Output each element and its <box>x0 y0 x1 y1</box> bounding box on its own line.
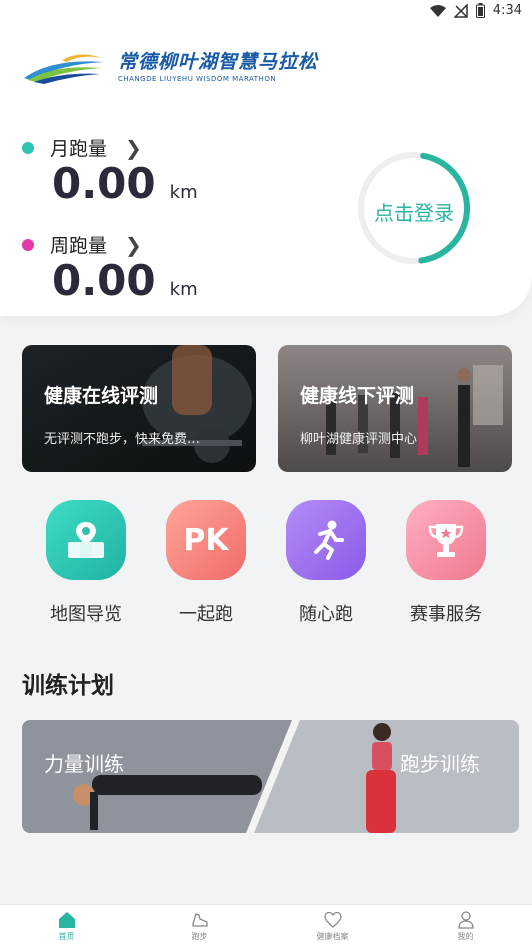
home-screen: 4:34 常德柳叶湖智慧马拉松 CHANGDE LIUYEHU WISDOM M… <box>0 0 532 950</box>
shoe-icon <box>191 913 208 927</box>
profile-icon <box>457 911 474 929</box>
login-button[interactable]: 点击登录 <box>356 197 472 226</box>
wifi-icon <box>429 4 446 17</box>
feature-map-guide[interactable]: 地图导览 <box>36 500 136 626</box>
offline-assessment-title: 健康线下评测 <box>300 385 415 407</box>
strength-training-button[interactable]: 力量训练 <box>44 748 124 777</box>
no-signal-icon <box>453 3 468 18</box>
training-plan-title: 训练计划 <box>22 673 114 699</box>
nav-running-label: 跑步 <box>191 932 208 941</box>
monthly-value: 0.00 <box>52 159 156 208</box>
feature-run-together-label: 一起跑 <box>179 604 233 625</box>
home-icon <box>58 912 75 928</box>
nav-health-records-label: 健康档案 <box>316 932 349 941</box>
online-assessment-title: 健康在线评测 <box>44 385 159 407</box>
training-plan-card: 力量训练 跑步训练 <box>22 720 519 833</box>
bottom-navigation: 首页 跑步 健康档案 我的 <box>0 904 532 950</box>
nav-home-label: 首页 <box>58 932 75 941</box>
nav-profile-label: 我的 <box>457 932 474 941</box>
feature-free-run-label: 随心跑 <box>299 604 353 625</box>
running-person-icon <box>286 500 366 580</box>
pk-icon: PK <box>166 500 246 580</box>
online-assessment-subtitle: 无评测不跑步，快来免费… <box>44 432 201 447</box>
gym-photo <box>22 345 256 472</box>
online-assessment-card[interactable]: 健康在线评测 无评测不跑步，快来免费… <box>22 345 256 472</box>
feature-free-run[interactable]: 随心跑 <box>276 500 376 626</box>
weekly-dot-icon <box>22 238 34 251</box>
feature-event-services[interactable]: 赛事服务 <box>396 500 496 626</box>
offline-assessment-card[interactable]: 健康线下评测 柳叶湖健康评测中心 <box>278 345 512 472</box>
chevron-right-icon: ❯ <box>125 232 142 257</box>
chevron-right-icon: ❯ <box>125 135 142 160</box>
nav-running[interactable]: 跑步 <box>133 905 266 950</box>
weekly-distance[interactable]: 周跑量 ❯ 0.00 km <box>22 231 198 304</box>
weekly-label: 周跑量 <box>50 235 108 257</box>
feature-run-together[interactable]: PK 一起跑 <box>156 500 256 626</box>
running-training-button[interactable]: 跑步训练 <box>400 748 480 777</box>
feature-event-services-label: 赛事服务 <box>410 604 482 625</box>
map-icon <box>46 500 126 580</box>
logo-title: 常德柳叶湖智慧马拉松 <box>118 51 319 73</box>
monthly-unit: km <box>169 182 198 203</box>
nav-profile[interactable]: 我的 <box>399 905 532 950</box>
nav-health-records[interactable]: 健康档案 <box>266 905 399 950</box>
trophy-icon <box>406 500 486 580</box>
logo-subtitle: CHANGDE LIUYEHU WISDOM MARATHON <box>118 75 277 83</box>
marathon-logo: 常德柳叶湖智慧马拉松 CHANGDE LIUYEHU WISDOM MARATH… <box>22 50 318 84</box>
status-time: 4:34 <box>492 3 522 18</box>
logo-emblem-icon <box>24 54 104 84</box>
status-bar: 4:34 <box>0 0 532 24</box>
nav-home[interactable]: 首页 <box>0 905 133 950</box>
summary-card: 常德柳叶湖智慧马拉松 CHANGDE LIUYEHU WISDOM MARATH… <box>0 24 532 316</box>
feature-map-guide-label: 地图导览 <box>50 604 122 625</box>
monthly-dot-icon <box>22 141 34 154</box>
monthly-distance[interactable]: 月跑量 ❯ 0.00 km <box>22 134 198 207</box>
offline-assessment-subtitle: 柳叶湖健康评测中心 <box>300 432 418 447</box>
heart-icon <box>323 911 342 928</box>
fitness-class-photo <box>278 345 512 472</box>
weekly-value: 0.00 <box>52 256 156 305</box>
battery-icon <box>475 3 485 18</box>
monthly-label: 月跑量 <box>50 138 108 160</box>
weekly-unit: km <box>169 279 198 300</box>
